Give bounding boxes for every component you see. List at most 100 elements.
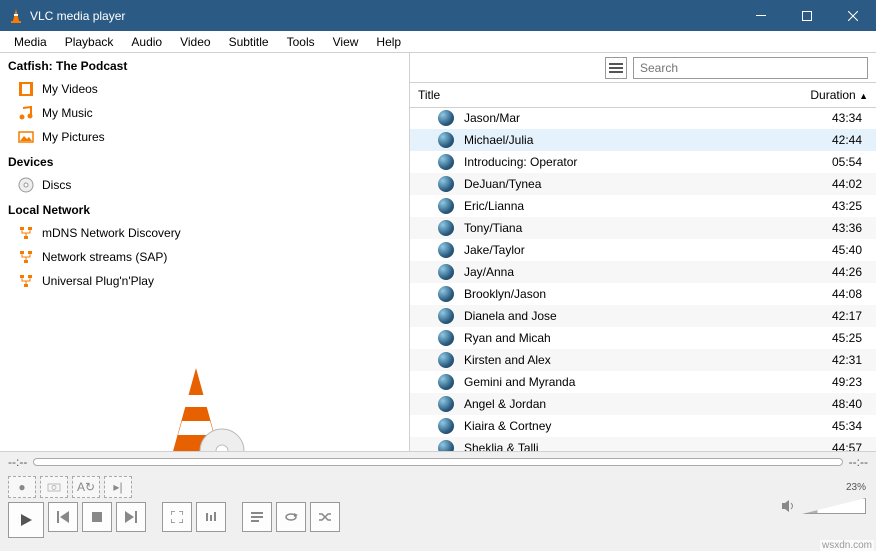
globe-icon (438, 308, 454, 324)
time-remaining: --:-- (849, 455, 868, 469)
table-row[interactable]: Jay/Anna44:26 (410, 261, 876, 283)
globe-icon (438, 440, 454, 451)
fullscreen-icon (171, 511, 183, 523)
menu-tools[interactable]: Tools (279, 33, 323, 51)
table-row[interactable]: Kiaira & Cortney45:34 (410, 415, 876, 437)
playlist-button[interactable] (242, 502, 272, 532)
vlc-logo (136, 363, 256, 451)
seek-bar-row: --:-- --:-- (0, 452, 876, 472)
vlc-cone-icon (8, 8, 24, 24)
table-row[interactable]: Brooklyn/Jason44:08 (410, 283, 876, 305)
loop-button[interactable] (276, 502, 306, 532)
sidebar-heading: Catfish: The Podcast (0, 53, 409, 77)
fullscreen-button[interactable] (162, 502, 192, 532)
table-row[interactable]: Tony/Tiana43:36 (410, 217, 876, 239)
table-row[interactable]: DeJuan/Tynea44:02 (410, 173, 876, 195)
maximize-button[interactable] (784, 0, 830, 31)
sidebar-label: Universal Plug'n'Play (42, 274, 154, 288)
stop-icon (92, 512, 102, 522)
music-note-icon (18, 105, 34, 121)
sidebar-item-discs[interactable]: Discs (0, 173, 409, 197)
volume-slider[interactable] (802, 498, 866, 514)
sidebar-item-videos[interactable]: My Videos (0, 77, 409, 101)
menu-view[interactable]: View (325, 33, 367, 51)
track-list[interactable]: Title Duration ▲ Jason/Mar43:34Michael/J… (410, 83, 876, 451)
network-icon (18, 249, 34, 265)
snapshot-button[interactable] (40, 476, 68, 498)
controls-bar: ● A↻ ▸| 23% (0, 472, 876, 550)
table-row[interactable]: Angel & Jordan48:40 (410, 393, 876, 415)
sidebar-label: mDNS Network Discovery (42, 226, 181, 240)
sidebar-item-upnp[interactable]: Universal Plug'n'Play (0, 269, 409, 293)
loop-ab-button[interactable]: A↻ (72, 476, 100, 498)
table-row[interactable]: Sheklia & Talli44:57 (410, 437, 876, 451)
globe-icon (438, 132, 454, 148)
playlist-icon (251, 512, 263, 522)
speaker-icon[interactable] (780, 498, 796, 514)
network-icon (18, 273, 34, 289)
sidebar-label: Network streams (SAP) (42, 250, 167, 264)
globe-icon (438, 176, 454, 192)
menu-playback[interactable]: Playback (57, 33, 122, 51)
sidebar-label: My Pictures (42, 130, 105, 144)
globe-icon (438, 396, 454, 412)
frame-step-button[interactable]: ▸| (104, 476, 132, 498)
table-row[interactable]: Michael/Julia42:44 (410, 129, 876, 151)
record-button[interactable]: ● (8, 476, 36, 498)
sidebar-item-pictures[interactable]: My Pictures (0, 125, 409, 149)
table-row[interactable]: Ryan and Micah45:25 (410, 327, 876, 349)
globe-icon (438, 418, 454, 434)
sidebar-item-sap[interactable]: Network streams (SAP) (0, 245, 409, 269)
table-row[interactable]: Dianela and Jose42:17 (410, 305, 876, 327)
sidebar-label: My Music (42, 106, 93, 120)
playlist-panel: Title Duration ▲ Jason/Mar43:34Michael/J… (410, 53, 876, 451)
menu-bar: Media Playback Audio Video Subtitle Tool… (0, 31, 876, 53)
extended-settings-button[interactable] (196, 502, 226, 532)
table-row[interactable]: Gemini and Myranda49:23 (410, 371, 876, 393)
skip-forward-icon (125, 511, 137, 523)
next-button[interactable] (116, 502, 146, 532)
table-row[interactable]: Eric/Lianna43:25 (410, 195, 876, 217)
stop-button[interactable] (82, 502, 112, 532)
column-duration[interactable]: Duration ▲ (737, 83, 876, 107)
globe-icon (438, 154, 454, 170)
play-button[interactable] (8, 502, 44, 538)
previous-button[interactable] (48, 502, 78, 532)
minimize-button[interactable] (738, 0, 784, 31)
sidebar-label: My Videos (42, 82, 98, 96)
sidebar-devices-heading: Devices (0, 149, 409, 173)
time-elapsed: --:-- (8, 455, 27, 469)
menu-subtitle[interactable]: Subtitle (221, 33, 277, 51)
menu-audio[interactable]: Audio (123, 33, 170, 51)
camera-icon (47, 482, 61, 492)
window-title: VLC media player (30, 9, 738, 23)
table-row[interactable]: Kirsten and Alex42:31 (410, 349, 876, 371)
play-icon (19, 513, 33, 527)
menu-video[interactable]: Video (172, 33, 218, 51)
film-icon (18, 81, 34, 97)
shuffle-icon (318, 511, 332, 523)
menu-media[interactable]: Media (6, 33, 55, 51)
search-input[interactable] (633, 57, 868, 79)
list-icon (609, 62, 623, 74)
column-title[interactable]: Title (410, 83, 737, 107)
table-row[interactable]: Jake/Taylor45:40 (410, 239, 876, 261)
sidebar: Catfish: The Podcast My Videos My Music … (0, 53, 410, 451)
sidebar-item-mdns[interactable]: mDNS Network Discovery (0, 221, 409, 245)
network-icon (18, 225, 34, 241)
sidebar-network-heading: Local Network (0, 197, 409, 221)
shuffle-button[interactable] (310, 502, 340, 532)
view-mode-button[interactable] (605, 57, 627, 79)
seek-slider[interactable] (33, 458, 842, 466)
table-row[interactable]: Introducing: Operator05:54 (410, 151, 876, 173)
loop-icon (284, 511, 298, 523)
close-button[interactable] (830, 0, 876, 31)
sidebar-item-music[interactable]: My Music (0, 101, 409, 125)
table-row[interactable]: Jason/Mar43:34 (410, 107, 876, 129)
menu-help[interactable]: Help (368, 33, 409, 51)
globe-icon (438, 242, 454, 258)
globe-icon (438, 330, 454, 346)
skip-back-icon (57, 511, 69, 523)
sidebar-label: Discs (42, 178, 71, 192)
watermark: wsxdn.com (820, 540, 874, 551)
